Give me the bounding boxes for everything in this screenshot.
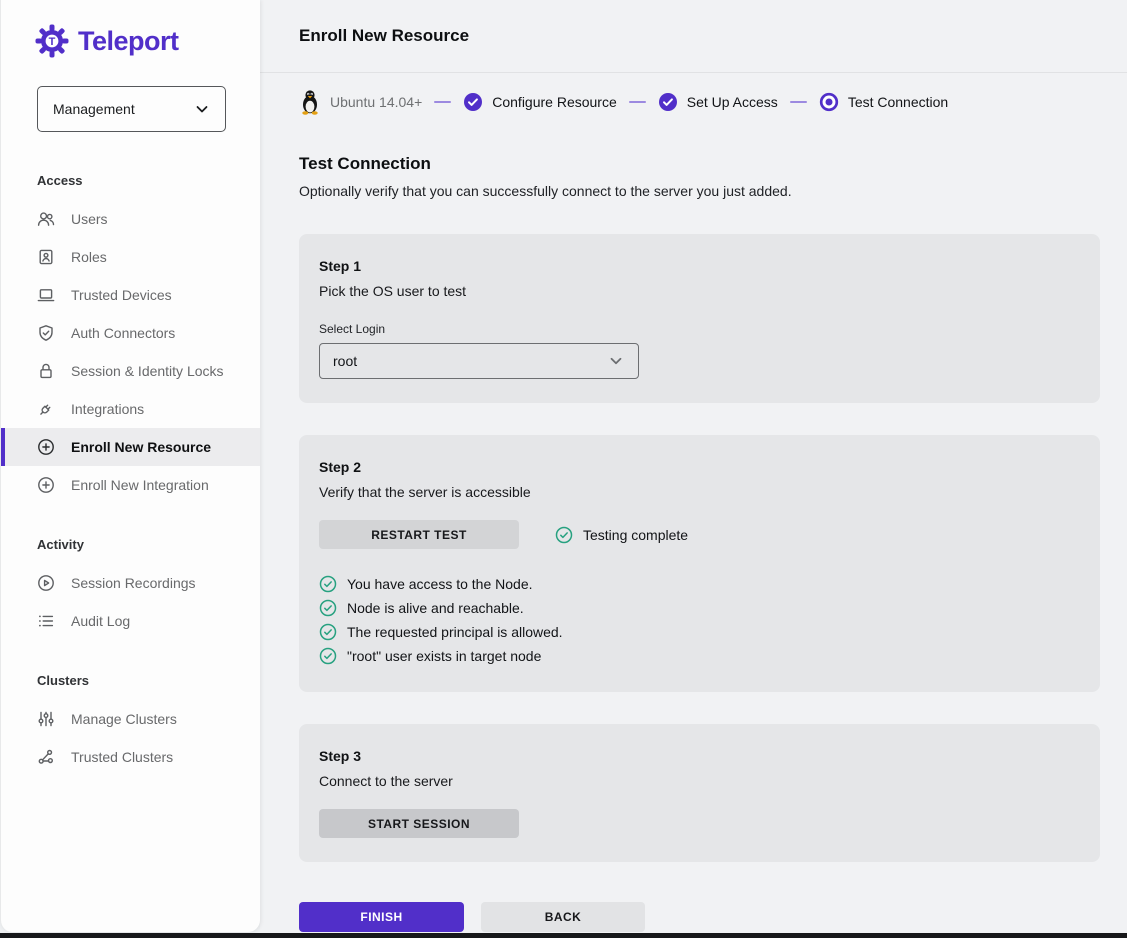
window-bottom-edge [0, 933, 1127, 938]
sliders-icon [37, 710, 55, 728]
step1-card: Step 1 Pick the OS user to test Select L… [299, 234, 1100, 403]
step-done-check-icon [463, 92, 483, 112]
success-check-icon [319, 647, 337, 665]
sidebar-item-enroll-new-integration[interactable]: Enroll New Integration [1, 466, 260, 504]
check-item: Node is alive and reachable. [319, 596, 1080, 620]
section-subtitle: Optionally verify that you can successfu… [299, 183, 1127, 199]
back-button[interactable]: BACK [481, 902, 645, 932]
check-item: You have access to the Node. [319, 572, 1080, 596]
sidebar-item-audit-log[interactable]: Audit Log [1, 602, 260, 640]
network-nodes-icon [37, 748, 55, 766]
plus-circle-icon [37, 438, 55, 456]
step3-title: Step 3 [319, 748, 1080, 764]
test-check-list: You have access to the Node. Node is ali… [319, 572, 1080, 668]
workspace-selector-value: Management [53, 101, 135, 117]
sidebar-section-clusters: Clusters [1, 673, 260, 688]
finish-button[interactable]: FINISH [299, 902, 464, 932]
step1-description: Pick the OS user to test [319, 283, 1080, 299]
start-session-button[interactable]: START SESSION [319, 809, 519, 838]
enroll-stepper: Ubuntu 14.04+ Configure Resource Set Up … [260, 73, 1127, 117]
footer-actions: FINISH BACK [299, 902, 1127, 932]
sidebar-section-access: Access [1, 173, 260, 188]
step-done-check-icon [658, 92, 678, 112]
sidebar-item-session-recordings[interactable]: Session Recordings [1, 564, 260, 602]
step1-title: Step 1 [319, 258, 1080, 274]
stepper-step-test-connection: Test Connection [819, 92, 948, 112]
sidebar-item-trusted-clusters[interactable]: Trusted Clusters [1, 738, 260, 776]
list-icon [37, 612, 55, 630]
page-title: Enroll New Resource [299, 26, 469, 46]
sidebar-item-enroll-new-resource[interactable]: Enroll New Resource [1, 428, 260, 466]
login-select-value: root [333, 353, 357, 369]
sidebar-item-auth-connectors[interactable]: Auth Connectors [1, 314, 260, 352]
step-current-bullseye-icon [819, 92, 839, 112]
sidebar-group-access: Users Roles Trusted Devices [1, 200, 260, 504]
main-panel: Enroll New Resource Ubuntu 14.04+ [260, 0, 1127, 938]
sidebar-item-roles[interactable]: Roles [1, 238, 260, 276]
sidebar-group-activity: Session Recordings Audit Log [1, 564, 260, 640]
stepper-resource-label: Ubuntu 14.04+ [330, 94, 422, 110]
svg-text:T: T [49, 36, 56, 48]
success-check-icon [319, 599, 337, 617]
brand-wordmark: Teleport [78, 26, 179, 57]
sidebar: T Teleport Management Access Users [0, 0, 260, 932]
shield-check-icon [37, 324, 55, 342]
test-connection-content: Test Connection Optionally verify that y… [260, 117, 1127, 932]
section-title: Test Connection [299, 154, 1127, 174]
plug-icon [37, 400, 55, 418]
sidebar-item-trusted-devices[interactable]: Trusted Devices [1, 276, 260, 314]
stepper-step-configure-resource: Configure Resource [463, 92, 617, 112]
chevron-down-icon [194, 101, 210, 117]
step3-description: Connect to the server [319, 773, 1080, 789]
id-card-icon [37, 248, 55, 266]
plus-circle-icon [37, 476, 55, 494]
sidebar-group-clusters: Manage Clusters Trusted Clusters [1, 700, 260, 776]
check-item: "root" user exists in target node [319, 644, 1080, 668]
chevron-down-icon [607, 352, 625, 370]
lock-icon [37, 362, 55, 380]
stepper-separator [629, 101, 646, 103]
check-item: The requested principal is allowed. [319, 620, 1080, 644]
select-login-label: Select Login [319, 322, 1080, 336]
sidebar-section-activity: Activity [1, 537, 260, 552]
success-check-icon [319, 623, 337, 641]
stepper-separator [790, 101, 807, 103]
step2-description: Verify that the server is accessible [319, 484, 1080, 500]
step2-title: Step 2 [319, 459, 1080, 475]
test-status: Testing complete [555, 526, 688, 544]
stepper-separator [434, 101, 451, 103]
app-root: T Teleport Management Access Users [0, 0, 1127, 938]
linux-tux-icon [299, 89, 321, 115]
sidebar-item-manage-clusters[interactable]: Manage Clusters [1, 700, 260, 738]
restart-test-button[interactable]: RESTART TEST [319, 520, 519, 549]
workspace-selector[interactable]: Management [37, 86, 226, 132]
page-header: Enroll New Resource [260, 0, 1127, 73]
users-icon [37, 210, 55, 228]
play-circle-icon [37, 574, 55, 592]
teleport-gear-icon: T [35, 24, 69, 58]
login-select[interactable]: root [319, 343, 639, 379]
laptop-icon [37, 286, 55, 304]
stepper-step-set-up-access: Set Up Access [658, 92, 778, 112]
step2-card: Step 2 Verify that the server is accessi… [299, 435, 1100, 692]
success-check-icon [555, 526, 573, 544]
sidebar-item-integrations[interactable]: Integrations [1, 390, 260, 428]
step3-card: Step 3 Connect to the server START SESSI… [299, 724, 1100, 862]
sidebar-item-users[interactable]: Users [1, 200, 260, 238]
teleport-logo[interactable]: T Teleport [1, 0, 260, 58]
test-status-label: Testing complete [583, 527, 688, 543]
success-check-icon [319, 575, 337, 593]
sidebar-item-session-identity-locks[interactable]: Session & Identity Locks [1, 352, 260, 390]
